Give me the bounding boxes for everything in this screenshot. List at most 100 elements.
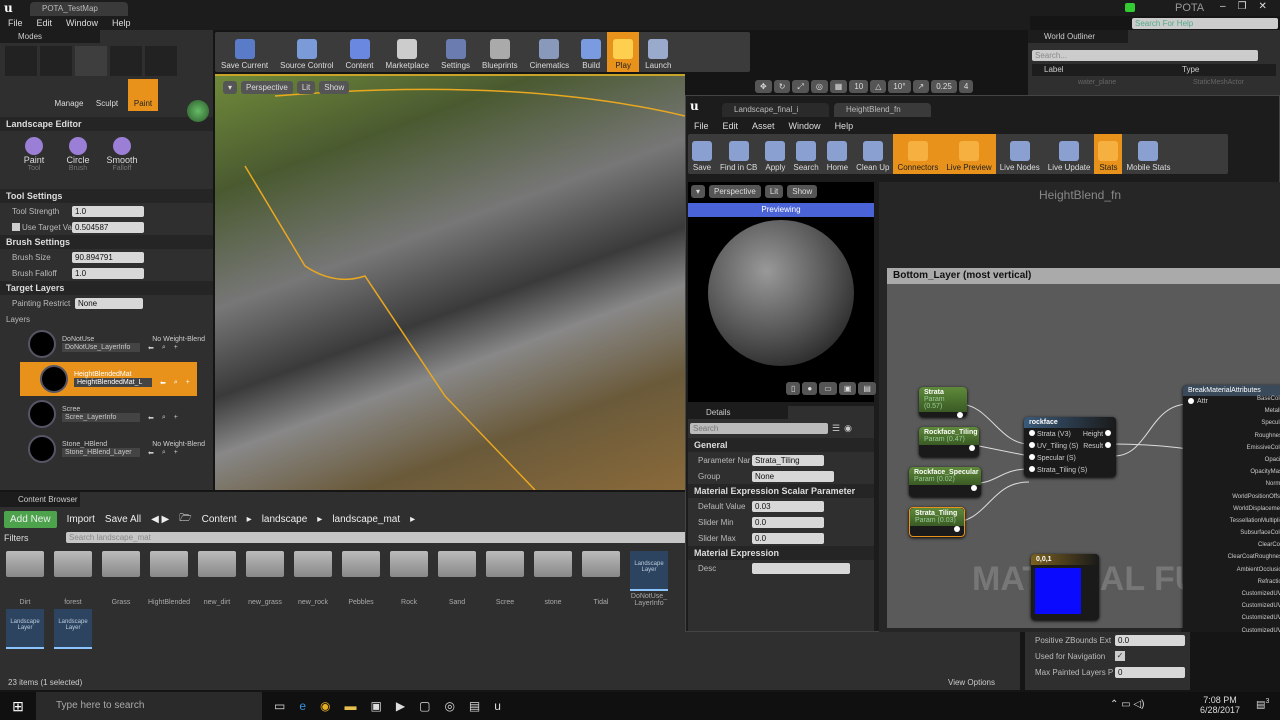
mat-menu-asset[interactable]: Asset: [752, 121, 775, 131]
constant-color-node[interactable]: 0,0,1: [1031, 554, 1099, 620]
slider-max-input[interactable]: 0.0: [752, 532, 824, 544]
browse-icon[interactable]: ⌕: [174, 379, 178, 387]
scalar-parameter-node[interactable]: Strata_Tiling Param (0.03): [909, 507, 965, 537]
rockface-node[interactable]: rockface Strata (V3) Height UV_Tiling (S)…: [1024, 417, 1116, 477]
layer-info-select[interactable]: Scree_LayerInfo: [62, 413, 140, 422]
preview-perspective-button[interactable]: Perspective: [709, 185, 761, 198]
menu-edit[interactable]: Edit: [37, 18, 53, 28]
find-in-cb-button[interactable]: Find in CB: [716, 134, 761, 174]
angle-size[interactable]: 10°: [888, 80, 911, 93]
add-icon[interactable]: +: [186, 379, 190, 386]
scalar-parameter-node[interactable]: Strata Param (0.57): [919, 387, 967, 418]
output-pin-label[interactable]: ClearCoat: [1183, 542, 1280, 554]
close-button[interactable]: ✕: [1259, 1, 1267, 12]
details-search-input[interactable]: Search: [690, 423, 828, 434]
content-button[interactable]: Content: [340, 32, 380, 72]
output-pin-label[interactable]: WorldDisplacement: [1183, 506, 1280, 518]
layer-info-asset[interactable]: Landscape Layer: [50, 609, 96, 649]
folder-item[interactable]: new_rock: [290, 551, 336, 607]
browse-icon[interactable]: ⌕: [162, 414, 166, 422]
viewport-options-button[interactable]: ▾: [223, 81, 238, 94]
output-pin-icon[interactable]: [1105, 430, 1111, 436]
output-pin-label[interactable]: Normal: [1183, 481, 1280, 493]
tab-heightblend-fn[interactable]: HeightBlend_fn: [834, 103, 931, 117]
label-column-header[interactable]: Label: [1032, 64, 1182, 76]
apply-button[interactable]: Apply: [761, 134, 789, 174]
marketplace-button[interactable]: Marketplace: [380, 32, 436, 72]
minimize-button[interactable]: –: [1220, 1, 1226, 12]
manage-tool[interactable]: Manage: [52, 79, 86, 111]
output-pin-label[interactable]: CustomizedUV2: [1183, 615, 1280, 627]
show-button[interactable]: Show: [319, 81, 350, 94]
input-pin-icon[interactable]: [1029, 442, 1035, 448]
circle-brush-button[interactable]: Circle Brush: [62, 137, 94, 183]
home-button[interactable]: Home: [823, 134, 852, 174]
scalar-parameter-section[interactable]: Material Expression Scalar Parameter: [688, 484, 874, 498]
list-view-icon[interactable]: ☰: [832, 423, 840, 434]
app-icon[interactable]: ▢: [419, 699, 430, 713]
eye-icon[interactable]: ◉: [844, 423, 852, 434]
world-icon[interactable]: ◎: [810, 80, 828, 93]
breadcrumb-landscape-mat[interactable]: landscape_mat: [332, 514, 400, 525]
scale-size[interactable]: 0.25: [931, 80, 957, 93]
layer-item[interactable]: Stone_HBlend No Weight-Blend Stone_HBlend_…: [0, 432, 213, 466]
paint-tool-button[interactable]: Paint Tool: [18, 137, 50, 183]
browse-icon[interactable]: ⌕: [162, 344, 166, 352]
epic-launcher-icon[interactable]: ▤: [469, 699, 480, 713]
mat-menu-help[interactable]: Help: [835, 121, 854, 131]
folder-item[interactable]: Scree: [482, 551, 528, 607]
layer-info-asset[interactable]: Landscape Layer DoNotUse_ LayerInfo: [626, 551, 672, 607]
layer-item[interactable]: DoNotUse No Weight-Blend DoNotUse_LayerInf…: [0, 327, 213, 361]
use-selected-arrow-icon[interactable]: ⬅: [148, 414, 154, 422]
perspective-button[interactable]: Perspective: [241, 81, 293, 94]
preview-teapot-icon[interactable]: ▤: [858, 382, 876, 395]
used-for-navigation-checkbox[interactable]: ✓: [1115, 651, 1125, 661]
use-target-input[interactable]: 0.504587: [72, 221, 144, 233]
angle-snap-icon[interactable]: △: [870, 80, 887, 93]
use-selected-arrow-icon[interactable]: ⬅: [160, 379, 166, 387]
use-target-checkbox[interactable]: [12, 223, 20, 231]
painting-restrict-select[interactable]: None: [75, 297, 143, 309]
output-pin-label[interactable]: AmbientOcclusion: [1183, 567, 1280, 579]
import-button[interactable]: Import: [67, 514, 95, 525]
browse-icon[interactable]: ⌕: [162, 449, 166, 457]
back-arrow-icon[interactable]: ◀ ▶: [151, 514, 169, 525]
add-icon[interactable]: +: [174, 344, 178, 351]
target-layers-header[interactable]: Target Layers: [0, 281, 213, 295]
preview-lit-button[interactable]: Lit: [764, 185, 784, 198]
output-pin-label[interactable]: Opacity: [1183, 457, 1280, 469]
tool-strength-input[interactable]: 1.0: [72, 205, 144, 217]
output-pin-icon[interactable]: [1105, 442, 1111, 448]
paint-mode-icon[interactable]: [40, 46, 72, 76]
use-selected-arrow-icon[interactable]: ⬅: [148, 449, 154, 457]
folder-item[interactable]: Grass: [98, 551, 144, 607]
folder-item[interactable]: Dirt: [2, 551, 48, 607]
brush-size-input[interactable]: 90.894791: [72, 251, 144, 263]
slider-min-input[interactable]: 0.0: [752, 516, 824, 528]
help-search-input[interactable]: Search For Help: [1132, 18, 1278, 29]
maximize-button[interactable]: ❐: [1238, 1, 1247, 12]
preview-cylinder-icon[interactable]: ▯: [786, 382, 801, 395]
save-all-button[interactable]: Save All: [105, 514, 141, 525]
folder-item[interactable]: forest: [50, 551, 96, 607]
media-icon[interactable]: ▶: [396, 699, 405, 713]
build-button[interactable]: Build: [575, 32, 607, 72]
max-painted-layers-input[interactable]: 0: [1115, 666, 1185, 678]
output-pin-icon[interactable]: [969, 445, 975, 451]
input-pin-icon[interactable]: [1029, 430, 1035, 436]
play-button[interactable]: Play: [607, 32, 640, 72]
chrome-icon[interactable]: ◉: [320, 699, 330, 713]
output-pin-icon[interactable]: [957, 412, 963, 418]
output-pin-label[interactable]: ClearCoatRoughness: [1183, 554, 1280, 566]
live-update-button[interactable]: Live Update: [1044, 134, 1095, 174]
folder-item[interactable]: Tidal: [578, 551, 624, 607]
connectors-button[interactable]: Connectors: [893, 134, 943, 174]
output-pin-label[interactable]: WorldPositionOffset: [1183, 494, 1280, 506]
pin-icon[interactable]: [1188, 398, 1194, 404]
menu-file[interactable]: File: [8, 18, 23, 28]
scale-icon[interactable]: ⤢: [792, 80, 809, 93]
folder-item[interactable]: Rock: [386, 551, 432, 607]
menu-window[interactable]: Window: [66, 18, 98, 28]
preview-plane-icon[interactable]: ▭: [819, 382, 837, 395]
filters-button[interactable]: Filters: [4, 533, 60, 543]
